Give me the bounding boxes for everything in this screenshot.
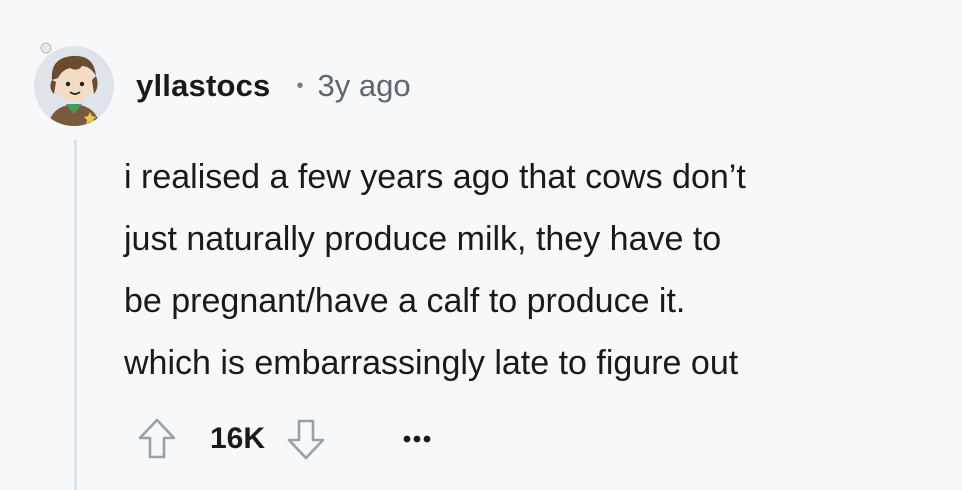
downvote-button[interactable] xyxy=(283,416,329,462)
arrow-down-icon xyxy=(287,419,325,460)
thread-line[interactable] xyxy=(74,140,77,490)
comment-body: i realised a few years ago that cows don… xyxy=(124,146,944,394)
separator-dot: • xyxy=(296,74,304,97)
comment: yllastocs • 3y ago i realised a few year… xyxy=(0,0,962,490)
comment-age[interactable]: 3y ago xyxy=(318,68,411,104)
arrow-up-icon xyxy=(138,418,176,459)
comment-line: just naturally produce milk, they have t… xyxy=(124,220,722,258)
comment-line: which is embarrassingly late to figure o… xyxy=(124,344,739,382)
comment-actions: 16K xyxy=(134,414,437,464)
more-options-icon xyxy=(403,435,431,443)
more-options-button[interactable] xyxy=(397,419,437,459)
vote-score: 16K xyxy=(210,422,266,455)
comment-line: be pregnant/have a calf to produce it. xyxy=(124,282,686,320)
upvote-button[interactable] xyxy=(134,416,180,462)
user-avatar-icon[interactable] xyxy=(28,36,120,128)
username-link[interactable]: yllastocs xyxy=(136,68,271,104)
comment-line: i realised a few years ago that cows don… xyxy=(124,158,746,196)
comment-header: yllastocs • 3y ago xyxy=(136,62,411,110)
